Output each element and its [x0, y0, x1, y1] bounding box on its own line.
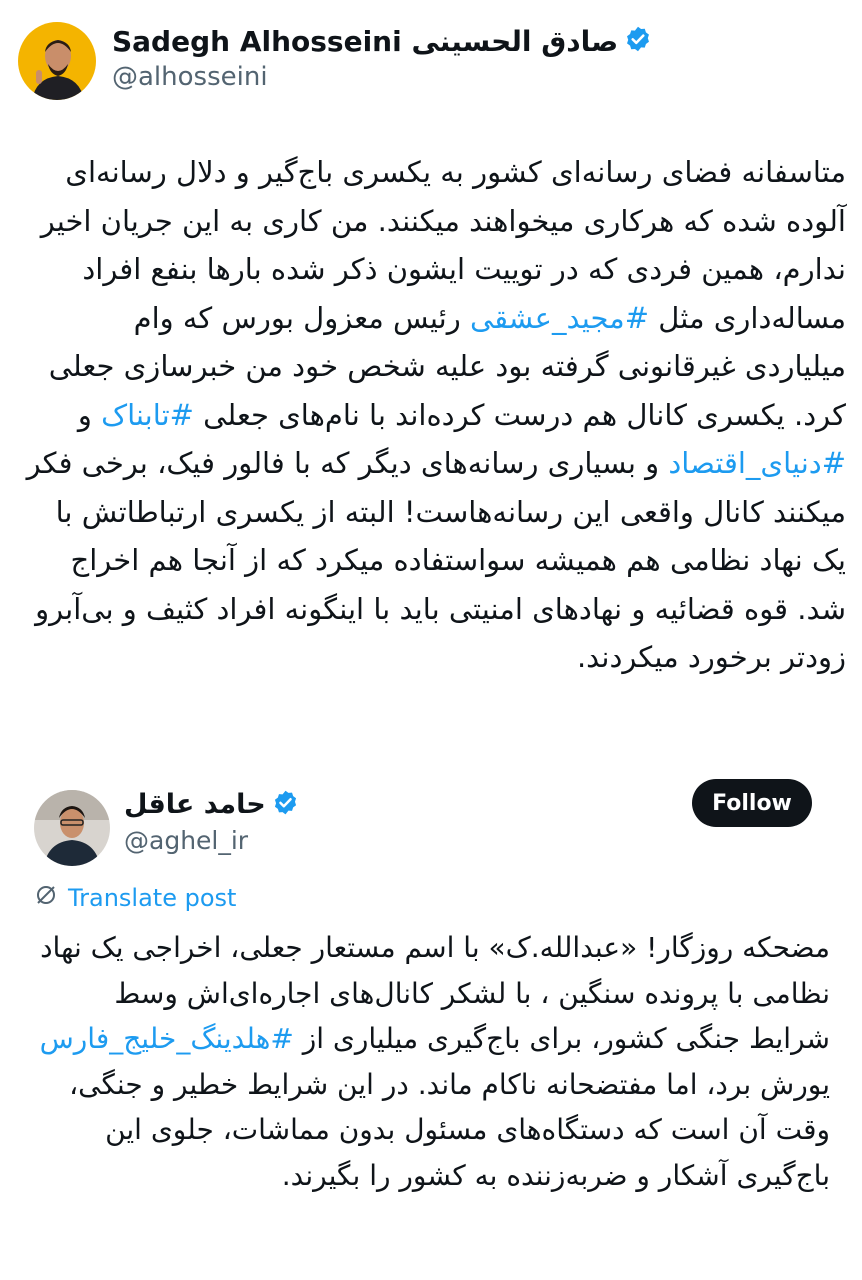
- author-handle[interactable]: @alhosseini: [112, 62, 268, 92]
- hashtag-link[interactable]: #دنیای_اقتصاد: [668, 446, 846, 480]
- author-name[interactable]: Sadegh Alhosseini صادق الحسینی: [112, 25, 618, 58]
- author-name-row: Sadegh Alhosseini صادق الحسینی: [112, 22, 658, 60]
- author-avatar[interactable]: [18, 22, 96, 100]
- translate-post-link[interactable]: Translate post: [34, 883, 236, 913]
- quoted-author-handle[interactable]: @aghel_ir: [124, 826, 248, 855]
- hashtag-link[interactable]: #مجید_عشقی: [470, 301, 649, 335]
- quoted-verified-badge-icon: [272, 789, 299, 820]
- translate-icon: [34, 883, 68, 913]
- text-span: یورش برد، اما مفتضحانه ناکام ماند. در ای…: [69, 1067, 830, 1192]
- quoted-author-name[interactable]: حامد عاقل: [124, 789, 266, 820]
- verified-badge-icon: [624, 25, 652, 57]
- quoted-post-text: مضحکه روزگار! «عبدالله.ک» با اسم مستعار …: [30, 925, 830, 1198]
- follow-button[interactable]: Follow: [692, 779, 812, 827]
- translate-post-label: Translate post: [68, 884, 237, 912]
- hashtag-link[interactable]: #تابناک: [101, 398, 194, 432]
- quoted-author-name-row: حامد عاقل: [124, 786, 305, 822]
- hashtag-link[interactable]: #هلدینگ_خلیج_فارس: [40, 1022, 294, 1055]
- text-span: و بسیاری رسانه‌های دیگر که با فالور فیک،…: [26, 446, 846, 674]
- text-span: و: [77, 397, 102, 432]
- quoted-author-avatar[interactable]: [34, 790, 110, 866]
- post-text: متاسفانه فضای رسانه‌ای کشور به یکسری باج…: [26, 148, 846, 682]
